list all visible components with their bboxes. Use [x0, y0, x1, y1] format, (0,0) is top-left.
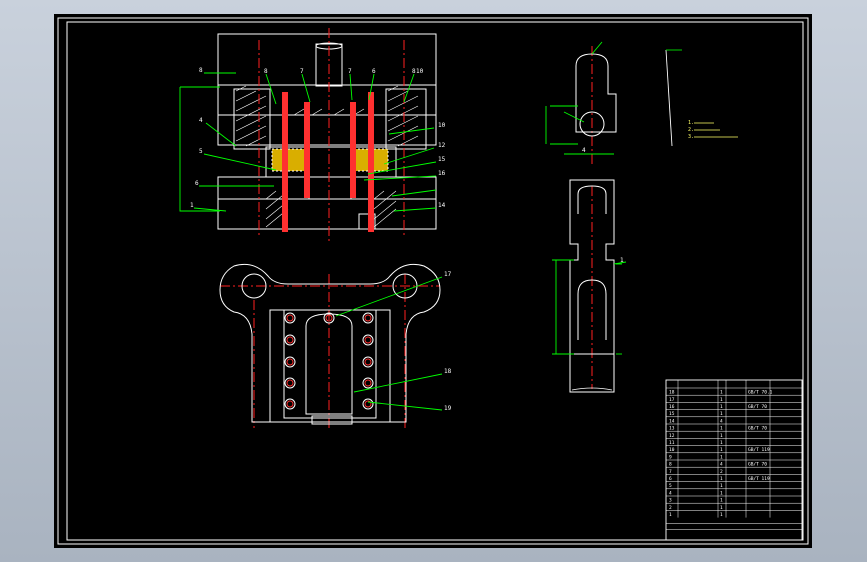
title-block-cell-no: 1 [669, 512, 672, 518]
plan-callout-2: 18 [444, 368, 452, 375]
note-3: 3. [688, 134, 694, 140]
detail-top-dim-text: 4 [582, 147, 586, 154]
title-block-cell-no: 12 [669, 433, 675, 439]
title-block-cell-no: 3 [669, 498, 672, 504]
title-block-cell-no: 17 [669, 397, 675, 403]
detail-top-part [575, 53, 617, 137]
outer-border [57, 17, 809, 545]
title-block-cell-note: GB/T 119 [748, 447, 770, 453]
title-block-cell-note: GB/T 70 [748, 404, 767, 410]
callout-left-3: 5 [199, 148, 203, 155]
title-block: 18 1 GB/T 70.117 116 1 GB/T 7015 114 413 1 GB/T 7… [665, 379, 803, 541]
plan-view [219, 263, 441, 425]
callout-left-2: 4 [199, 117, 203, 124]
title-block-cell-qty: 1 [720, 440, 723, 446]
title-block-cell-note: GB/T 70 [748, 426, 767, 432]
plan-callout-1: 17 [444, 271, 452, 278]
callout-top-6: 10 [416, 68, 424, 75]
inner-border [66, 21, 804, 541]
callout-right-3: 15 [438, 156, 446, 163]
title-block-cell-no: 5 [669, 483, 672, 489]
callout-top-3: 7 [348, 68, 352, 75]
title-block-cell-no: 7 [669, 469, 672, 475]
title-block-cell-note: GB/T 119 [748, 476, 770, 482]
title-block-cell-qty: 1 [720, 505, 723, 511]
callout-top-1: 8 [264, 68, 268, 75]
title-block-cell-qty: 1 [720, 433, 723, 439]
title-block-cell-qty: 1 [720, 498, 723, 504]
title-block-cell-qty: 1 [720, 476, 723, 482]
assembly-section-view [217, 33, 437, 230]
title-block-cell-no: 10 [669, 447, 675, 453]
detail-lower-dims [552, 259, 627, 355]
drawing-sheet: 8 4 5 6 1 8 7 7 6 8 10 10 12 15 16 14 17… [54, 14, 812, 548]
title-block-cell-qty: 1 [720, 490, 723, 496]
cad-drawing: 8 4 5 6 1 8 7 7 6 8 10 10 12 15 16 14 17… [57, 17, 809, 545]
title-block-cell-qty: 1 [720, 390, 723, 396]
callout-right-1: 10 [438, 122, 446, 129]
note-leader [665, 49, 673, 147]
callout-right-4: 16 [438, 170, 446, 177]
callout-top-4: 6 [372, 68, 376, 75]
title-block-cell-qty: 1 [720, 404, 723, 410]
technical-notes: 1. 2. 3. [688, 120, 694, 140]
title-block-cell-no: 16 [669, 404, 675, 410]
title-block-cell-no: 6 [669, 476, 672, 482]
note-2: 2. [688, 127, 694, 133]
callout-left-4: 6 [195, 180, 199, 187]
title-block-cell-no: 13 [669, 426, 675, 432]
title-block-cell-note: GB/T 70 [748, 462, 767, 468]
callout-right-2: 12 [438, 142, 446, 149]
title-block-cell-no: 11 [669, 440, 675, 446]
title-block-cell-qty: 4 [720, 418, 723, 424]
note-1: 1. [688, 120, 694, 126]
title-block-cell-no: 9 [669, 454, 672, 460]
technical-notes-marks [694, 122, 738, 138]
title-block-cell-qty: 1 [720, 411, 723, 417]
title-block-cell-no: 8 [669, 462, 672, 468]
callout-right-5: 14 [438, 202, 446, 209]
title-block-cell-qty: 1 [720, 512, 723, 518]
title-block-cell-qty: 4 [720, 462, 723, 468]
title-block-cell-qty: 1 [720, 447, 723, 453]
title-block-cell-no: 2 [669, 505, 672, 511]
title-block-cell-qty: 1 [720, 397, 723, 403]
callout-left-1: 8 [199, 67, 203, 74]
title-block-cell-no: 4 [669, 490, 672, 496]
title-block-grid [666, 380, 802, 530]
title-block-cell-qty: 1 [720, 426, 723, 432]
plan-view-callouts: 17 18 19 [444, 271, 452, 412]
assembly-callouts: 8 4 5 6 1 8 7 7 6 8 10 10 12 15 16 14 [190, 67, 446, 209]
title-block-cell-no: 18 [669, 390, 675, 396]
title-block-rows: 18 1 GB/T 70.117 116 1 GB/T 7015 114 413 1 GB/T 7… [669, 390, 773, 518]
title-block-cell-no: 14 [669, 418, 675, 424]
title-block-cell-qty: 2 [720, 469, 723, 475]
detail-mid-label: 1 [620, 257, 624, 264]
detail-top-dims [545, 41, 614, 155]
title-block-cell-note: GB/T 70.1 [748, 390, 773, 396]
callout-left-5: 1 [190, 202, 194, 209]
callout-top-2: 7 [300, 68, 304, 75]
plan-callout-3: 19 [444, 405, 452, 412]
title-block-cell-qty: 1 [720, 483, 723, 489]
section-hatching [235, 85, 419, 228]
title-block-cell-qty: 1 [720, 454, 723, 460]
title-block-cell-no: 15 [669, 411, 675, 417]
